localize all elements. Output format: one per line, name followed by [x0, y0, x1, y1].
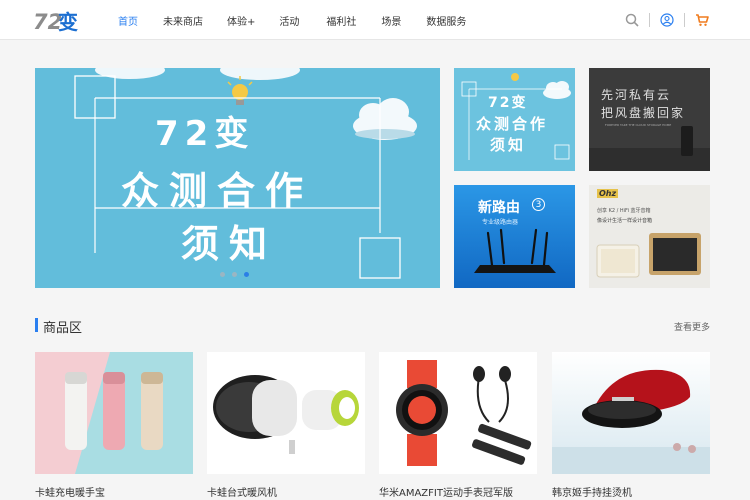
- product-image: [35, 352, 193, 474]
- section-header: 商品区 查看更多: [35, 317, 710, 336]
- section-title: 商品区: [43, 321, 83, 336]
- tile-number: 3: [532, 198, 545, 211]
- nav-scenes[interactable]: 场景: [381, 13, 401, 28]
- user-icon[interactable]: [659, 12, 675, 28]
- tile-line2: 像设计生活一样设计音箱: [597, 218, 653, 224]
- product-name[interactable]: 韩京姬手持挂烫机: [552, 484, 710, 499]
- tile-line2: 把风盘搬回家: [601, 106, 686, 120]
- header-actions: [624, 12, 710, 28]
- tile-line1: 72变: [488, 95, 528, 111]
- tile-artwork: [589, 185, 710, 288]
- tile-line2: 众测合作: [476, 115, 549, 133]
- product-name[interactable]: 卡蛙充电暖手宝: [35, 484, 193, 499]
- carousel-dot-1[interactable]: [220, 272, 225, 277]
- site-logo[interactable]: 72 变: [33, 8, 83, 34]
- nav-home[interactable]: 首页: [118, 13, 138, 28]
- product-grid: 卡蛙充电暖手宝 卡蛙台式暖风机 华米AMAZFIT运动手表冠军版 韩京姬手持挂烫…: [35, 352, 710, 500]
- section-accent-bar: [35, 318, 38, 332]
- product-image: [379, 352, 537, 474]
- main-nav: 首页 未来商店 体验+ 活动 福利社 场景 数据服务: [118, 0, 491, 40]
- nav-future-store[interactable]: 未来商店: [163, 13, 203, 28]
- product-image: [552, 352, 710, 474]
- product-card[interactable]: 卡蛙台式暖风机: [207, 352, 365, 500]
- product-card[interactable]: 卡蛙充电暖手宝: [35, 352, 193, 500]
- svg-text:变: 变: [58, 10, 78, 34]
- product-card[interactable]: 华米AMAZFIT运动手表冠军版: [379, 352, 537, 500]
- divider: [684, 13, 685, 27]
- tile-line1: 先河私有云: [601, 88, 672, 102]
- search-icon[interactable]: [624, 12, 640, 28]
- banner-title-line3: 须知: [181, 222, 278, 266]
- carousel-dots: [220, 272, 256, 277]
- nav-data-service[interactable]: 数据服务: [426, 13, 466, 28]
- divider: [649, 13, 650, 27]
- tile-line1: 创享 K2 / HiFi 蓝牙音箱: [597, 208, 651, 214]
- product-name[interactable]: 华米AMAZFIT运动手表冠军版: [379, 484, 537, 499]
- top-header: 72 变 首页 未来商店 体验+ 活动 福利社 场景 数据服务: [0, 0, 750, 40]
- nav-experience[interactable]: 体验+: [227, 13, 255, 28]
- tile-title: 新路由: [478, 200, 520, 216]
- tile-line3: 须知: [490, 136, 527, 154]
- tile-subtitle: 专业级路由器: [482, 219, 519, 226]
- product-card[interactable]: 韩京姬手持挂烫机: [552, 352, 710, 500]
- nav-welfare[interactable]: 福利社: [326, 13, 356, 28]
- promo-tile-private-cloud[interactable]: 先河私有云 把风盘搬回家 FOREVER TAKE THE CLOUD STOR…: [589, 68, 710, 171]
- promo-tile-speaker[interactable]: Ohz 创享 K2 / HiFi 蓝牙音箱 像设计生活一样设计音箱: [589, 185, 710, 288]
- tile-subtitle: FOREVER TAKE THE CLOUD STORAGE HOME: [605, 123, 672, 127]
- carousel-dot-2[interactable]: [232, 272, 237, 277]
- product-name[interactable]: 卡蛙台式暖风机: [207, 484, 365, 499]
- banner-title-line1: 72变: [155, 114, 255, 154]
- main-banner-carousel[interactable]: 72变 众测合作 须知: [35, 68, 440, 288]
- cart-icon[interactable]: [694, 12, 710, 28]
- view-more-link[interactable]: 查看更多: [674, 320, 710, 333]
- promo-tile-router[interactable]: 新路由 3 专业级路由器: [454, 185, 575, 288]
- tile-brand: Ohz: [597, 189, 619, 198]
- nav-events[interactable]: 活动: [279, 13, 299, 28]
- promo-tile-crowdtest[interactable]: 72变 众测合作 须知: [454, 68, 575, 171]
- product-image: [207, 352, 365, 474]
- carousel-dot-3[interactable]: [244, 272, 249, 277]
- banner-title-line2: 众测合作: [121, 169, 314, 213]
